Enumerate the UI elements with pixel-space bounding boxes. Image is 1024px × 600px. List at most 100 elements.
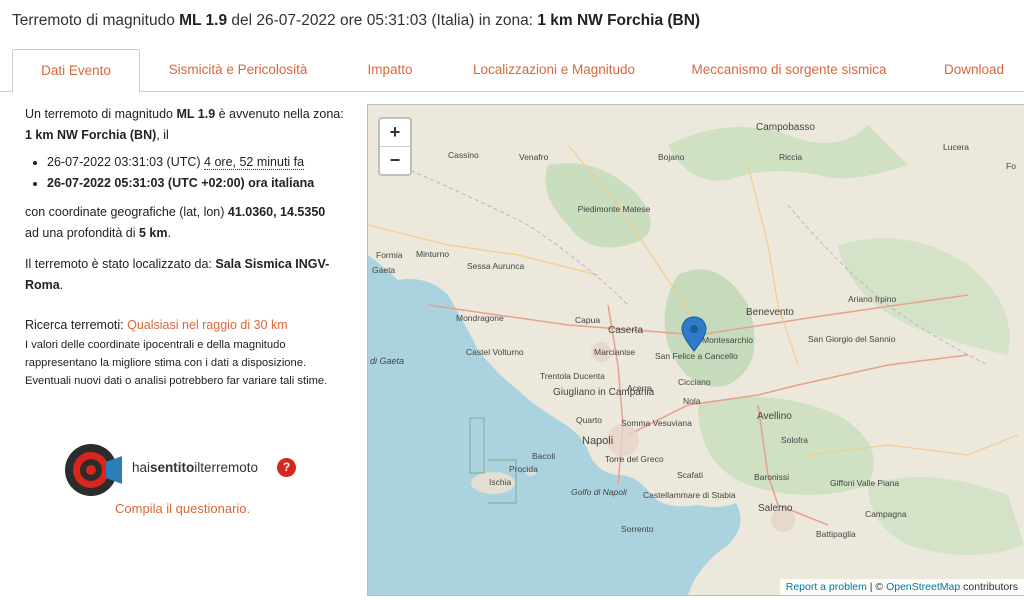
intro-text-2: è avvenuto nella zona: [215,107,344,121]
utc-time: 26-07-2022 03:31:03 (UTC) [47,155,201,169]
map-label: Fo [1006,161,1016,171]
map-label: Cicciano [678,377,711,387]
hst-logo-link[interactable]: haisentitoilterremoto ? [64,440,304,500]
intro-text-3: , il [156,128,169,142]
map-labels: Campobasso Cassino Venafro Bojano Riccia… [370,122,1016,539]
hst-brand: haisentitoilterremoto [132,460,258,475]
tab-impatto[interactable]: Impatto [355,49,425,91]
map-label: Somma Vesuviana [621,418,692,428]
map-label: San Giorgio del Sannio [808,334,896,344]
map-label: Montesarchio [702,335,753,345]
local-time: 26-07-2022 05:31:03 (UTC +02:00) ora ita… [47,176,315,190]
map-label: Acerra [627,383,652,393]
page-title: Terremoto di magnitudo ML 1.9 del 26-07-… [12,12,700,30]
map-attribution: Report a problem | © OpenStreetMap contr… [779,579,1024,595]
disclaimer-note: I valori delle coordinate ipocentrali e … [25,339,328,387]
map-label: Salerno [758,503,793,514]
utc-time-item: 26-07-2022 03:31:03 (UTC) 4 ore, 52 minu… [47,152,345,173]
event-info: Un terremoto di magnitudo ML 1.9 è avven… [25,104,345,390]
intro-text-1: Un terremoto di magnitudo [25,107,177,121]
zoom-control: + − [378,117,412,176]
hst-brand-pre: hai [132,460,151,475]
map-label: Scafati [677,470,703,480]
questionnaire-link[interactable]: Compila il questionario. [115,501,250,516]
zoom-in-button[interactable]: + [380,119,410,146]
tab-download[interactable]: Download [936,49,1012,91]
search-label: Ricerca terremoti: [25,318,128,332]
map-label: Caserta [608,325,643,336]
localized-by: Il terremoto è stato localizzato da: Sal… [25,257,330,292]
map-label: Quarto [576,415,602,425]
attribution-contributors: contributors [960,581,1018,593]
coordinates: con coordinate geografiche (lat, lon) 41… [25,205,326,240]
map-label: Torre del Greco [605,454,664,464]
map-label: Procida [509,464,538,474]
help-icon[interactable]: ? [277,458,296,477]
loc-label: Il terremoto è stato localizzato da: [25,257,216,271]
map-label: Nola [683,396,701,406]
map-label: Sorrento [621,524,654,534]
map-label: San Felice a Cancello [655,351,738,361]
intro-zone: 1 km NW Forchia (BN) [25,128,157,142]
map-label: Capua [575,315,600,325]
map-label: Castellammare di Stabia [643,490,736,500]
map-label: Sessa Aurunca [467,261,524,271]
map-label: Ischia [489,477,511,487]
map-label: Minturno [416,249,449,259]
map-label: Campagna [865,509,907,519]
map-label: Venafro [519,152,549,162]
map-label: Solofra [781,435,808,445]
map-label: Battipaglia [816,529,856,539]
coord-label: con coordinate geografiche (lat, lon) [25,205,228,219]
map-label: Piedimonte Matese [578,204,651,214]
hst-brand-suf: ilterremoto [194,460,259,475]
hst-brand-mid: sentito [150,460,195,475]
map-label: Castel Volturno [466,347,524,357]
search-earthquakes: Ricerca terremoti: Qualsiasi nel raggio … [25,315,345,336]
intro-magnitude: ML 1.9 [176,107,216,121]
zoom-out-button[interactable]: − [380,146,410,174]
coord-value: 41.0360, 14.5350 [227,205,326,219]
map-label: Benevento [746,307,794,318]
map-label: di Gaeta [370,356,404,366]
tab-dati-evento[interactable]: Dati Evento [12,49,140,93]
map-label: Gaeta [372,265,395,275]
time-list: 26-07-2022 03:31:03 (UTC) 4 ore, 52 minu… [25,152,345,194]
title-zone: 1 km NW Forchia (BN) [537,12,701,29]
map-label: Avellino [757,411,792,422]
map-label: Ariano Irpino [848,294,896,304]
depth-label: ad una profondità di [25,226,139,240]
map-label: Lucera [943,142,969,152]
map-label: Riccia [779,152,802,162]
title-magnitude: ML 1.9 [179,12,228,29]
map-label: Napoli [582,435,613,447]
depth-value: 5 km [138,226,168,240]
map-label: Formia [376,250,403,260]
attribution-separator: | © [866,581,887,593]
event-map[interactable]: Campobasso Cassino Venafro Bojano Riccia… [367,104,1024,596]
event-intro: Un terremoto di magnitudo ML 1.9 è avven… [25,104,345,146]
map-label: Mondragone [456,313,504,323]
map-label: Bacoli [532,451,555,461]
report-problem-link[interactable]: Report a problem [786,581,867,593]
map-label: Giffoni Valle Piana [830,478,899,488]
map-label: Cassino [448,150,479,160]
earthquake-marker-icon[interactable] [681,316,707,352]
map-label: Golfo di Napoli [571,487,628,497]
osm-link[interactable]: OpenStreetMap [886,581,960,593]
local-time-item: 26-07-2022 05:31:03 (UTC +02:00) ora ita… [47,173,345,194]
search-radius-link[interactable]: Qualsiasi nel raggio di 30 km [127,318,288,332]
tab-meccanismo[interactable]: Meccanismo di sorgente sismica [678,49,900,91]
title-prefix: Terremoto di magnitudo [12,12,180,29]
hst-target-icon [65,444,122,496]
time-ago: 4 ore, 52 minuti fa [204,155,305,170]
tab-localizzazioni[interactable]: Localizzazioni e Magnitudo [464,49,644,91]
tab-bar: Dati Evento Sismicità e Pericolosità Imp… [0,49,1024,93]
map-label: Trentola Ducenta [540,371,605,381]
tab-sismicita[interactable]: Sismicità e Pericolosità [155,49,321,91]
map-label: Baronissi [754,472,789,482]
map-label: Bojano [658,152,685,162]
title-mid: del 26-07-2022 ore 05:31:03 (Italia) in … [227,12,538,29]
map-label: Campobasso [756,122,815,133]
map-label: Marcianise [594,347,635,357]
